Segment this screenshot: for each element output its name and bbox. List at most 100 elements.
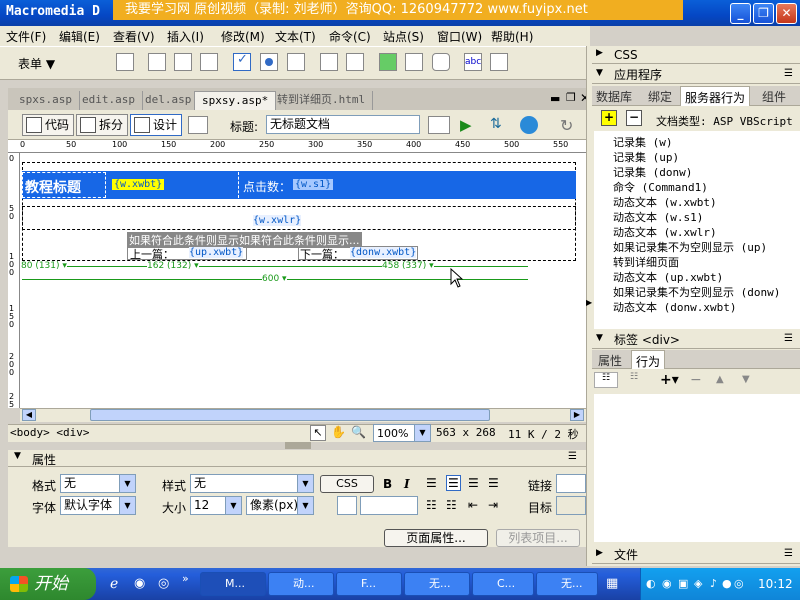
code-view-button[interactable]: 代码	[22, 114, 75, 136]
outdent-icon[interactable]: ⇤	[468, 498, 478, 512]
tray-icon[interactable]: ▣	[678, 577, 688, 590]
expand-quicklaunch-icon[interactable]: »	[182, 572, 189, 585]
color-input[interactable]	[360, 496, 418, 515]
zoom-tool-icon[interactable]: 🔍	[351, 425, 367, 441]
color-picker[interactable]	[337, 496, 357, 515]
list-item[interactable]: 转到详细页面	[613, 254, 679, 270]
list-item[interactable]: 动态文本 (w.xwbt)	[613, 194, 717, 210]
list-item[interactable]: 动态文本 (donw.xwbt)	[613, 299, 736, 315]
label-icon[interactable]: abc	[464, 53, 482, 71]
ie-icon[interactable]: ℯ	[110, 576, 118, 592]
scroll-thumb[interactable]	[90, 409, 490, 421]
tab-server-behaviors[interactable]: 服务器行为	[680, 86, 751, 106]
title-binding[interactable]: {w.xwbt}	[112, 179, 165, 190]
menu-help[interactable]: 帮助(H)	[491, 28, 533, 45]
font-select[interactable]: 默认字体 ▼	[60, 496, 136, 515]
collapse-right-icon[interactable]: ▶	[586, 298, 592, 307]
tab-spxsy[interactable]: spxsy.asp*	[194, 91, 277, 110]
tab-edit[interactable]: edit.asp	[75, 91, 143, 110]
format-select[interactable]: 无 ▼	[60, 474, 136, 493]
tab-bindings[interactable]: 绑定	[648, 88, 672, 105]
hidden-field-icon[interactable]	[174, 53, 192, 71]
keyboard-icon[interactable]: ▦	[606, 576, 618, 591]
show-all-events-icon[interactable]: ☷	[622, 372, 646, 388]
tab-database[interactable]: 数据库	[596, 88, 632, 105]
list-item[interactable]: 命令 (Command1)	[613, 179, 708, 195]
window-size[interactable]: 563 x 268	[436, 426, 496, 439]
browser-icon[interactable]	[520, 116, 538, 134]
css-panel-header[interactable]: CSS	[592, 46, 800, 64]
panel-options-icon[interactable]: ☰	[568, 451, 577, 462]
align-right-icon[interactable]: ☰	[468, 476, 479, 490]
restore-button[interactable]: ❐	[753, 3, 774, 24]
quicklaunch-icon[interactable]: ◎	[158, 576, 169, 591]
panel-options-icon[interactable]: ☰	[784, 68, 793, 79]
panel-options-icon[interactable]: ☰	[784, 548, 793, 559]
radio-button-icon[interactable]	[260, 53, 278, 71]
tab-attributes[interactable]: 属性	[598, 352, 622, 369]
scroll-right-icon[interactable]: ▶	[570, 409, 584, 421]
list-item[interactable]: 动态文本 (w.s1)	[613, 209, 703, 225]
task-item[interactable]: 无...	[404, 572, 470, 596]
link-input[interactable]	[556, 474, 586, 493]
list-item[interactable]: 如果记录集不为空则显示 (up)	[613, 239, 767, 255]
text-field-icon[interactable]	[148, 53, 166, 71]
hand-tool-icon[interactable]: ✋	[331, 425, 347, 441]
properties-header[interactable]	[8, 450, 586, 467]
menu-insert[interactable]: 插入(I)	[167, 28, 204, 45]
insert-category[interactable]: 表单 ▼	[18, 55, 55, 72]
tab-components[interactable]: 组件	[762, 88, 786, 105]
column-width-2[interactable]: 162 (132) ▾	[147, 261, 199, 271]
css-button[interactable]: CSS	[320, 475, 374, 493]
collapse-icon[interactable]: ▼	[596, 68, 603, 78]
indent-icon[interactable]: ⇥	[488, 498, 498, 512]
task-item[interactable]: C...	[472, 572, 534, 596]
clock[interactable]: 10:12	[758, 577, 793, 591]
tab-del[interactable]: del.asp	[138, 91, 200, 110]
style-select[interactable]: 无 ▼	[190, 474, 314, 493]
bold-button[interactable]: B	[383, 477, 392, 491]
collapse-icon[interactable]: ▼	[14, 451, 21, 461]
list-item[interactable]: 记录集 (w)	[613, 134, 673, 150]
jump-menu-icon[interactable]	[346, 53, 364, 71]
move-down-icon[interactable]: ▼	[742, 374, 750, 385]
tab-spxs[interactable]: spxs.asp	[12, 91, 80, 110]
column-width-1[interactable]: 80 (131) ▾	[21, 261, 67, 271]
tag-selector[interactable]: <body> <div>	[10, 426, 89, 439]
textarea-icon[interactable]	[200, 53, 218, 71]
list-item[interactable]: 记录集 (donw)	[613, 164, 692, 180]
menu-file[interactable]: 文件(F)	[6, 28, 46, 45]
pointer-tool-icon[interactable]: ↖	[310, 425, 326, 441]
doc-restore-icon[interactable]: ❐	[566, 91, 576, 104]
column-width-3[interactable]: 458 (337) ▾	[382, 261, 434, 271]
move-up-icon[interactable]: ▲	[716, 374, 724, 385]
tag-panel-header[interactable]: 标签 <div>	[592, 331, 800, 349]
expand-icon[interactable]: ▶	[596, 548, 603, 558]
ordered-list-icon[interactable]: ☷	[446, 498, 457, 512]
radio-group-icon[interactable]	[287, 53, 305, 71]
split-view-button[interactable]: 拆分	[76, 114, 129, 136]
tray-icon[interactable]: ◉	[662, 577, 672, 590]
fieldset-icon[interactable]	[490, 53, 508, 71]
task-item[interactable]: 无...	[536, 572, 598, 596]
table-width[interactable]: 600 ▾	[262, 274, 287, 284]
tray-icon[interactable]: ◐	[646, 577, 656, 590]
list-item-button[interactable]: 列表项目...	[496, 529, 580, 547]
menu-text[interactable]: 文本(T)	[275, 28, 316, 45]
add-behavior-button[interactable]: +	[601, 110, 617, 126]
checkbox-icon[interactable]: ✓	[233, 52, 251, 71]
file-field-icon[interactable]	[405, 53, 423, 71]
target-select[interactable]	[556, 496, 586, 515]
validate-icon[interactable]	[428, 116, 450, 134]
show-set-events-icon[interactable]: ☷	[594, 372, 618, 388]
click-count-binding[interactable]: {w.s1}	[293, 179, 334, 190]
image-field-icon[interactable]	[379, 53, 397, 71]
splitter-handle[interactable]	[285, 442, 311, 449]
content-binding[interactable]: {w.xwlr}	[253, 215, 302, 226]
panel-options-icon[interactable]: ☰	[784, 333, 793, 344]
minimize-button[interactable]: _	[730, 3, 751, 24]
remove-behavior-button[interactable]: −	[626, 110, 642, 126]
menu-site[interactable]: 站点(S)	[383, 28, 424, 45]
remove-event-icon[interactable]: −	[690, 372, 702, 388]
media-icon[interactable]: ◉	[134, 576, 145, 591]
